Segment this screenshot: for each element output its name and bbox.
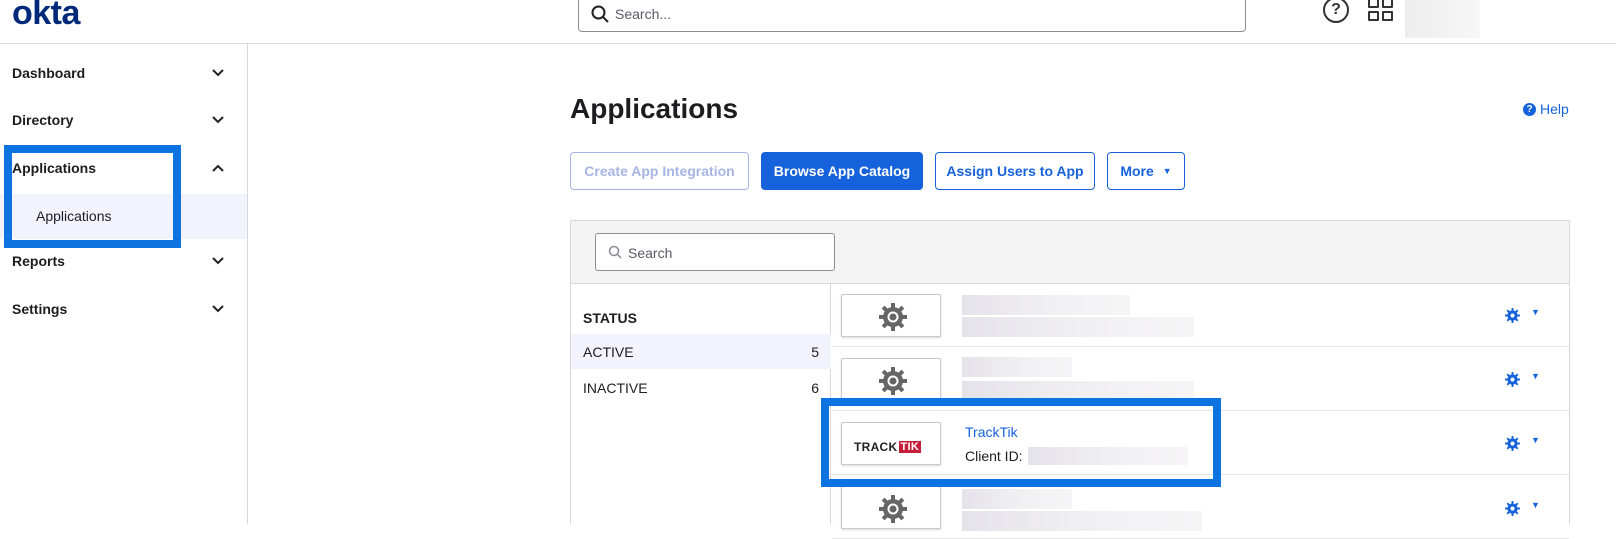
status-count: 5 — [811, 344, 819, 360]
status-name: ACTIVE — [583, 344, 634, 360]
sidebar-item-dashboard[interactable]: Dashboard — [0, 50, 247, 98]
sidebar-item-label: Dashboard — [12, 65, 86, 81]
chevron-down-icon — [212, 305, 224, 313]
sidebar-item-directory[interactable]: Directory — [0, 97, 247, 145]
apps-search-input[interactable]: Search — [595, 233, 835, 271]
sidebar: Dashboard Directory Applications Applica… — [0, 44, 248, 524]
user-menu[interactable] — [1405, 0, 1480, 38]
settings-gear-icon[interactable] — [1505, 501, 1520, 516]
more-dropdown-button[interactable]: More ▼ — [1107, 152, 1185, 190]
redacted-app-name — [962, 357, 1072, 377]
sidebar-item-label: Directory — [12, 112, 74, 128]
page-title: Applications — [570, 93, 739, 124]
highlight-box-tracktik — [821, 398, 1221, 487]
caret-down-icon[interactable]: ▼ — [1531, 435, 1540, 445]
search-icon — [591, 5, 609, 23]
settings-gear-icon[interactable] — [1505, 308, 1520, 323]
redacted-app-name — [962, 295, 1130, 315]
sidebar-item-label: Reports — [12, 253, 65, 269]
settings-gear-icon[interactable] — [1505, 436, 1520, 451]
app-logo[interactable] — [841, 358, 941, 401]
gear-icon — [879, 495, 907, 523]
chevron-down-icon — [212, 116, 224, 124]
help-link-label: Help — [1540, 101, 1569, 117]
sidebar-item-settings[interactable]: Settings — [0, 286, 247, 334]
status-count: 6 — [811, 380, 819, 396]
browse-app-catalog-button[interactable]: Browse App Catalog — [761, 152, 923, 190]
global-search-placeholder: Search... — [615, 6, 672, 22]
apps-search-placeholder: Search — [628, 245, 673, 261]
status-heading: STATUS — [583, 310, 637, 326]
search-icon — [608, 245, 622, 259]
caret-down-icon: ▼ — [1162, 166, 1172, 176]
chevron-up-icon — [212, 164, 224, 172]
redacted-app-id — [962, 317, 1194, 337]
help-link[interactable]: ? Help — [1523, 101, 1569, 117]
redacted-app-name — [962, 489, 1072, 509]
top-bar: okta Search... ? — [0, 0, 1616, 44]
redacted-app-id — [962, 511, 1202, 531]
chevron-down-icon — [212, 257, 224, 265]
chevron-down-icon — [212, 69, 224, 77]
help-circle-icon[interactable]: ? — [1323, 0, 1349, 23]
more-label: More — [1120, 163, 1154, 179]
status-name: INACTIVE — [583, 380, 648, 396]
app-logo[interactable] — [841, 294, 941, 337]
caret-down-icon[interactable]: ▼ — [1531, 500, 1540, 510]
create-app-integration-button[interactable]: Create App Integration — [570, 152, 749, 190]
grid-icon[interactable] — [1368, 0, 1394, 22]
okta-logo[interactable]: okta — [12, 0, 80, 33]
app-row[interactable]: ▼ — [832, 283, 1569, 347]
status-filter-active[interactable]: ACTIVE 5 — [571, 334, 831, 369]
settings-gear-icon[interactable] — [1505, 372, 1520, 387]
gear-icon — [879, 303, 907, 331]
assign-users-button[interactable]: Assign Users to App — [935, 152, 1095, 190]
gear-icon — [879, 367, 907, 395]
app-logo[interactable] — [841, 486, 941, 529]
highlight-box-sidebar — [4, 145, 181, 248]
global-search-input[interactable]: Search... — [578, 0, 1246, 32]
sidebar-item-label: Settings — [12, 301, 68, 317]
caret-down-icon[interactable]: ▼ — [1531, 371, 1540, 381]
status-filter-inactive[interactable]: INACTIVE 6 — [571, 370, 831, 405]
help-icon: ? — [1523, 102, 1536, 116]
caret-down-icon[interactable]: ▼ — [1531, 307, 1540, 317]
